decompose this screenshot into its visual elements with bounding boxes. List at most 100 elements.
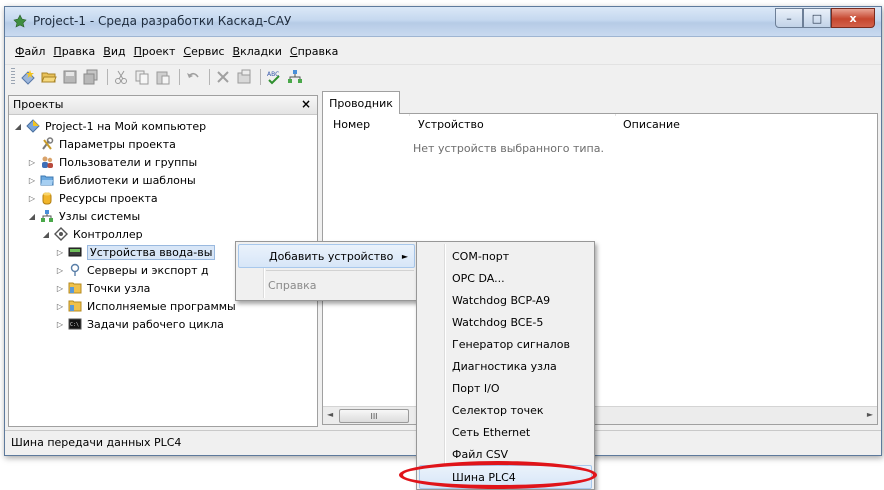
submenu-arrow-icon: ► — [401, 251, 408, 261]
menu-file[interactable]: Файл — [11, 43, 49, 60]
tools-icon — [39, 136, 55, 152]
console-icon: C:\ — [67, 316, 83, 332]
tree-item-label: Параметры проекта — [59, 137, 176, 151]
submenu-item-io-port[interactable]: Порт I/O — [419, 377, 592, 399]
close-button[interactable]: x — [831, 8, 875, 28]
tab-explorer[interactable]: Проводник — [322, 91, 400, 114]
paste-icon[interactable] — [154, 68, 172, 86]
submenu-item-point-selector[interactable]: Селектор точек — [419, 399, 592, 421]
tree-item-label: Устройства ввода-вы — [87, 244, 216, 260]
folder-icon — [67, 280, 83, 296]
tree-item-controller[interactable]: ◢ Контроллер — [41, 225, 143, 243]
expand-arrow-icon[interactable]: ◢ — [27, 212, 37, 221]
submenu-item-signal-generator[interactable]: Генератор сигналов — [419, 333, 592, 355]
menu-edit[interactable]: Правка — [49, 43, 99, 60]
add-device-submenu: COM-порт OPC DA... Watchdog BCP-A9 Watch… — [416, 241, 595, 490]
tree-item-system-nodes[interactable]: ◢ Узлы системы — [27, 207, 140, 225]
projects-panel-title: Проекты — [13, 98, 64, 111]
expand-arrow-icon[interactable]: ▷ — [27, 194, 37, 203]
horizontal-scrollbar[interactable]: ◄ III ► — [323, 406, 877, 424]
expand-arrow-icon[interactable]: ▷ — [27, 158, 37, 167]
tree-item-label: Узлы системы — [59, 209, 141, 223]
scroll-right-icon[interactable]: ► — [867, 410, 873, 419]
toolbar-separator — [107, 69, 108, 85]
tree-item-io-devices[interactable]: ▷ Устройства ввода-вы — [55, 243, 216, 261]
tree-item-label: Точки узла — [87, 281, 151, 295]
new-project-icon[interactable] — [19, 68, 37, 86]
tree-item-project-params[interactable]: Параметры проекта — [39, 135, 176, 153]
io-device-icon — [67, 244, 83, 260]
submenu-item-plc4-bus[interactable]: Шина PLC4 — [419, 465, 592, 489]
close-icon[interactable]: × — [301, 97, 311, 111]
expand-arrow-icon[interactable]: ▷ — [55, 302, 65, 311]
column-header-description[interactable]: Описание — [623, 118, 680, 131]
undo-icon[interactable] — [184, 68, 202, 86]
menu-separator — [266, 270, 414, 271]
menu-item-add-device[interactable]: Добавить устройство ► — [238, 244, 415, 268]
expand-arrow-icon[interactable]: ▷ — [55, 266, 65, 275]
expand-arrow-icon[interactable]: ▷ — [27, 176, 37, 185]
tree-item-label: Библиотеки и шаблоны — [59, 173, 196, 187]
toolbar-separator — [209, 69, 210, 85]
title-bar[interactable]: Project-1 - Среда разработки Каскад-САУ … — [5, 7, 881, 37]
menu-help[interactable]: Справка — [286, 43, 342, 60]
cut-icon[interactable] — [112, 68, 130, 86]
toolbar-grip[interactable] — [11, 68, 15, 86]
scroll-left-icon[interactable]: ◄ — [327, 410, 333, 419]
tree-item-label: Project-1 на Мой компьютер — [45, 119, 207, 133]
project-diamond-icon — [25, 118, 41, 134]
expand-arrow-icon[interactable]: ◢ — [41, 230, 51, 239]
expand-arrow-icon[interactable]: ◢ — [13, 122, 23, 131]
minimize-button[interactable]: – — [775, 8, 803, 28]
tree-item-node-points[interactable]: ▷ Точки узла — [55, 279, 150, 297]
tree-item-libraries[interactable]: ▷ Библиотеки и шаблоны — [27, 171, 196, 189]
save-all-icon[interactable] — [82, 68, 100, 86]
tree-item-work-cycle-tasks[interactable]: ▷ C:\ Задачи рабочего цикла — [55, 315, 224, 333]
expand-arrow-icon[interactable]: ▷ — [55, 320, 65, 329]
submenu-item-csv-file[interactable]: Файл CSV — [419, 443, 592, 465]
column-divider[interactable] — [615, 114, 616, 116]
tree-item-resources[interactable]: ▷ Ресурсы проекта — [27, 189, 158, 207]
delete-icon[interactable] — [214, 68, 232, 86]
tree-item-executable-programs[interactable]: ▷ Исполняемые программы — [55, 297, 236, 315]
svg-text:C:\: C:\ — [70, 322, 79, 328]
window-controls: – □ x — [775, 8, 875, 28]
resource-cylinder-icon — [39, 190, 55, 206]
tree-item-label: Задачи рабочего цикла — [87, 317, 224, 331]
tree-item-label: Серверы и экспорт д — [87, 263, 209, 277]
tree-item-label: Контроллер — [73, 227, 143, 241]
menu-bar: Файл Правка Вид Проект Сервис Вкладки Сп… — [5, 41, 881, 61]
column-header-device[interactable]: Устройство — [418, 118, 484, 131]
tree-item-servers-export[interactable]: ▷ Серверы и экспорт д — [55, 261, 209, 279]
column-divider[interactable] — [409, 114, 410, 116]
copy-icon[interactable] — [133, 68, 151, 86]
submenu-item-watchdog-bcp-a9[interactable]: Watchdog BCP-A9 — [419, 289, 592, 311]
menu-project[interactable]: Проект — [130, 43, 180, 60]
scroll-thumb[interactable]: III — [339, 409, 409, 423]
tree-item-project[interactable]: ◢ Project-1 на Мой компьютер — [13, 117, 206, 135]
save-icon[interactable] — [61, 68, 79, 86]
submenu-item-watchdog-bce-5[interactable]: Watchdog BCE-5 — [419, 311, 592, 333]
menu-view[interactable]: Вид — [99, 43, 129, 60]
expand-arrow-icon[interactable]: ▷ — [55, 284, 65, 293]
toolbar-separator — [260, 69, 261, 85]
submenu-item-com-port[interactable]: COM-порт — [419, 245, 592, 267]
menu-service[interactable]: Сервис — [179, 43, 228, 60]
window-title: Project-1 - Среда разработки Каскад-САУ — [33, 14, 292, 28]
expand-arrow-icon[interactable]: ▷ — [55, 248, 65, 257]
tree-item-label: Исполняемые программы — [87, 299, 236, 313]
tree-item-users-groups[interactable]: ▷ Пользователи и группы — [27, 153, 197, 171]
submenu-item-ethernet[interactable]: Сеть Ethernet — [419, 421, 592, 443]
submenu-item-node-diagnostics[interactable]: Диагностика узла — [419, 355, 592, 377]
properties-icon[interactable] — [235, 68, 253, 86]
spellcheck-icon[interactable]: ABC — [265, 68, 283, 86]
open-folder-icon[interactable] — [40, 68, 58, 86]
server-antenna-icon — [67, 262, 83, 278]
submenu-item-opc-da[interactable]: OPC DA... — [419, 267, 592, 289]
maximize-button[interactable]: □ — [803, 8, 831, 28]
menu-item-help[interactable]: Справка — [238, 274, 415, 296]
network-nodes-icon — [39, 208, 55, 224]
column-header-number[interactable]: Номер — [333, 118, 370, 131]
menu-tabs[interactable]: Вкладки — [229, 43, 286, 60]
network-nodes-icon[interactable] — [286, 68, 304, 86]
